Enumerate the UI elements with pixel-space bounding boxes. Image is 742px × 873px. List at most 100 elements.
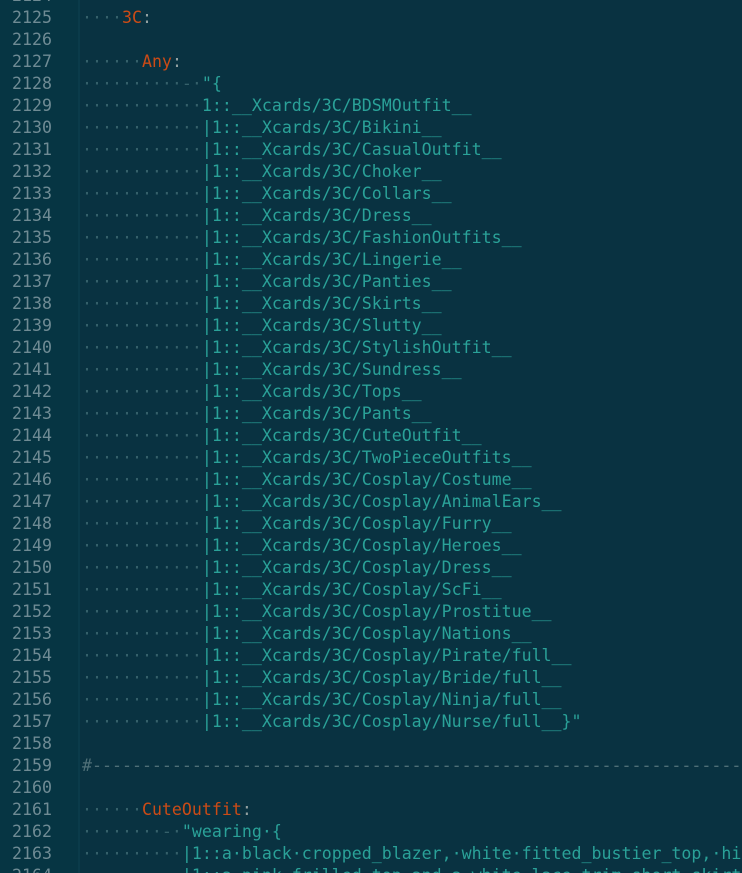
code-token: |1::__Xcards/3C/Cosplay/Nurse/full__}" — [201, 712, 582, 731]
line-number: 2153 — [12, 624, 52, 643]
code-line[interactable]: 2139 ············|1::__Xcards/3C/Slutty__ — [0, 315, 742, 337]
code-token: ············ — [82, 140, 202, 159]
line-code: ············|1::__Xcards/3C/Bikini__ — [82, 117, 442, 139]
code-token: ············ — [82, 382, 202, 401]
code-line[interactable]: 2152 ············|1::__Xcards/3C/Cosplay/… — [0, 601, 742, 623]
line-code: ············|1::__Xcards/3C/Cosplay/Pira… — [82, 645, 572, 667]
code-token: |1::__Xcards/3C/Cosplay/Dress__ — [201, 558, 512, 577]
code-line[interactable]: 2154 ············|1::__Xcards/3C/Cosplay/… — [0, 645, 742, 667]
code-line[interactable]: 2158 — [0, 733, 742, 755]
code-token: |1::__Xcards/3C/Cosplay/ScFi__ — [201, 580, 502, 599]
code-token: "{ — [201, 74, 222, 93]
line-code: ············|1::__Xcards/3C/TwoPieceOutf… — [82, 447, 532, 469]
code-token: |1::__Xcards/3C/Cosplay/Costume__ — [201, 470, 532, 489]
code-token: #---------------------------------------… — [82, 756, 742, 775]
line-code: ··········|1::a·pink·frilled·top·and·a·w… — [82, 865, 741, 873]
code-token: ············ — [82, 250, 202, 269]
code-token: ···· — [82, 8, 122, 27]
code-line[interactable]: 2137 ············|1::__Xcards/3C/Panties_… — [0, 271, 742, 293]
line-code: ············|1::__Xcards/3C/Tops__ — [82, 381, 422, 403]
line-number: 2141 — [12, 360, 52, 379]
code-line[interactable]: 2143 ············|1::__Xcards/3C/Pants__ — [0, 403, 742, 425]
code-line[interactable]: 2138 ············|1::__Xcards/3C/Skirts__ — [0, 293, 742, 315]
code-line[interactable]: 2124 — [0, 0, 742, 7]
code-line[interactable]: 2130 ············|1::__Xcards/3C/Bikini__ — [0, 117, 742, 139]
line-number: 2128 — [12, 74, 52, 93]
code-line[interactable]: 2145 ············|1::__Xcards/3C/TwoPiece… — [0, 447, 742, 469]
line-number: 2151 — [12, 580, 52, 599]
code-line[interactable]: 2131 ············|1::__Xcards/3C/CasualOu… — [0, 139, 742, 161]
code-line[interactable]: 2153 ············|1::__Xcards/3C/Cosplay/… — [0, 623, 742, 645]
code-line[interactable]: 2163 ··········|1::a·black·cropped_blazer… — [0, 843, 742, 865]
code-token: |1::__Xcards/3C/FashionOutfits__ — [201, 228, 522, 247]
line-code: ············|1::__Xcards/3C/StylishOutfi… — [82, 337, 512, 359]
code-token: 3C — [121, 8, 142, 27]
code-token: ············ — [82, 338, 202, 357]
code-line[interactable]: 2160 — [0, 777, 742, 799]
code-line[interactable]: 2155 ············|1::__Xcards/3C/Cosplay/… — [0, 667, 742, 689]
code-line[interactable]: 2136 ············|1::__Xcards/3C/Lingerie… — [0, 249, 742, 271]
line-code: ············|1::__Xcards/3C/Panties__ — [82, 271, 452, 293]
code-line[interactable]: 2149 ············|1::__Xcards/3C/Cosplay/… — [0, 535, 742, 557]
line-code: ······CuteOutfit: — [82, 799, 252, 821]
code-line[interactable]: 2156 ············|1::__Xcards/3C/Cosplay/… — [0, 689, 742, 711]
code-line[interactable]: 2132 ············|1::__Xcards/3C/Choker__ — [0, 161, 742, 183]
code-token: ············ — [82, 184, 202, 203]
code-token: ············ — [82, 272, 202, 291]
line-number: 2149 — [12, 536, 52, 555]
code-token: |1::__Xcards/3C/Dress__ — [201, 206, 432, 225]
line-code: ············|1::__Xcards/3C/Cosplay/Pros… — [82, 601, 552, 623]
code-line[interactable]: 2129 ············1::__Xcards/3C/BDSMOutfi… — [0, 95, 742, 117]
code-token: ············ — [82, 690, 202, 709]
code-line[interactable]: 2148 ············|1::__Xcards/3C/Cosplay/… — [0, 513, 742, 535]
code-token: ············ — [82, 536, 202, 555]
code-token: ············ — [82, 514, 202, 533]
line-number: 2155 — [12, 668, 52, 687]
line-number: 2164 — [12, 865, 70, 873]
code-line[interactable]: 2128 ··········-·"{ — [0, 73, 742, 95]
code-token: |1::__Xcards/3C/Collars__ — [201, 184, 452, 203]
code-token: ············ — [82, 624, 202, 643]
line-number: 2162 — [12, 822, 52, 841]
code-token: ············ — [82, 118, 202, 137]
code-line[interactable]: 2141 ············|1::__Xcards/3C/Sundress… — [0, 359, 742, 381]
code-token: "wearing·{ — [181, 822, 282, 841]
line-code: ············|1::__Xcards/3C/Choker__ — [82, 161, 442, 183]
code-line[interactable]: 2161 ······CuteOutfit: — [0, 799, 742, 821]
line-code: ············|1::__Xcards/3C/Dress__ — [82, 205, 432, 227]
code-line[interactable]: 2140 ············|1::__Xcards/3C/StylishO… — [0, 337, 742, 359]
code-line[interactable]: 2133 ············|1::__Xcards/3C/Collars_… — [0, 183, 742, 205]
code-token: ······ — [82, 800, 142, 819]
code-line[interactable]: 2157 ············|1::__Xcards/3C/Cosplay/… — [0, 711, 742, 733]
code-token: |1::__Xcards/3C/Panties__ — [201, 272, 452, 291]
code-line[interactable]: 2134 ············|1::__Xcards/3C/Dress__ — [0, 205, 742, 227]
line-number: 2161 — [12, 800, 52, 819]
code-token: : — [241, 800, 252, 819]
code-editor[interactable]: 21242125····3C:21262127······Any:2128···… — [0, 0, 742, 873]
code-line[interactable]: 2151 ············|1::__Xcards/3C/Cosplay/… — [0, 579, 742, 601]
code-line[interactable]: 2126 — [0, 29, 742, 51]
code-token: : — [171, 52, 182, 71]
line-number: 2143 — [12, 404, 52, 423]
code-line[interactable]: 2144 ············|1::__Xcards/3C/CuteOutf… — [0, 425, 742, 447]
line-number: 2147 — [12, 492, 52, 511]
line-number: 2154 — [12, 646, 52, 665]
code-line[interactable]: 2142 ············|1::__Xcards/3C/Tops__ — [0, 381, 742, 403]
line-number: 2144 — [12, 426, 52, 445]
line-code: ············|1::__Xcards/3C/CuteOutfit__ — [82, 425, 482, 447]
code-line[interactable]: 2150 ············|1::__Xcards/3C/Cosplay/… — [0, 557, 742, 579]
code-token: ············ — [82, 316, 202, 335]
code-line[interactable]: 2147 ············|1::__Xcards/3C/Cosplay/… — [0, 491, 742, 513]
line-code: ············|1::__Xcards/3C/Lingerie__ — [82, 249, 462, 271]
code-token: |1::a·pink·frilled·top·and·a·white·lace·… — [182, 866, 741, 873]
code-line[interactable]: 2127 ······Any: — [0, 51, 742, 73]
code-line[interactable]: 2125 ····3C: — [0, 7, 742, 29]
code-line[interactable]: 2159 #-----------------------------------… — [0, 755, 742, 777]
code-token: |1::__Xcards/3C/Cosplay/Bride/full__ — [201, 668, 562, 687]
code-line[interactable]: 2146 ············|1::__Xcards/3C/Cosplay/… — [0, 469, 742, 491]
code-token: ············ — [82, 96, 202, 115]
code-line[interactable]: 2164 ··········|1::a·pink·frilled·top·and… — [0, 865, 742, 873]
code-line[interactable]: 2135 ············|1::__Xcards/3C/FashionO… — [0, 227, 742, 249]
code-line[interactable]: 2162 ········-·"wearing·{ — [0, 821, 742, 843]
line-number: 2124 — [12, 0, 70, 7]
